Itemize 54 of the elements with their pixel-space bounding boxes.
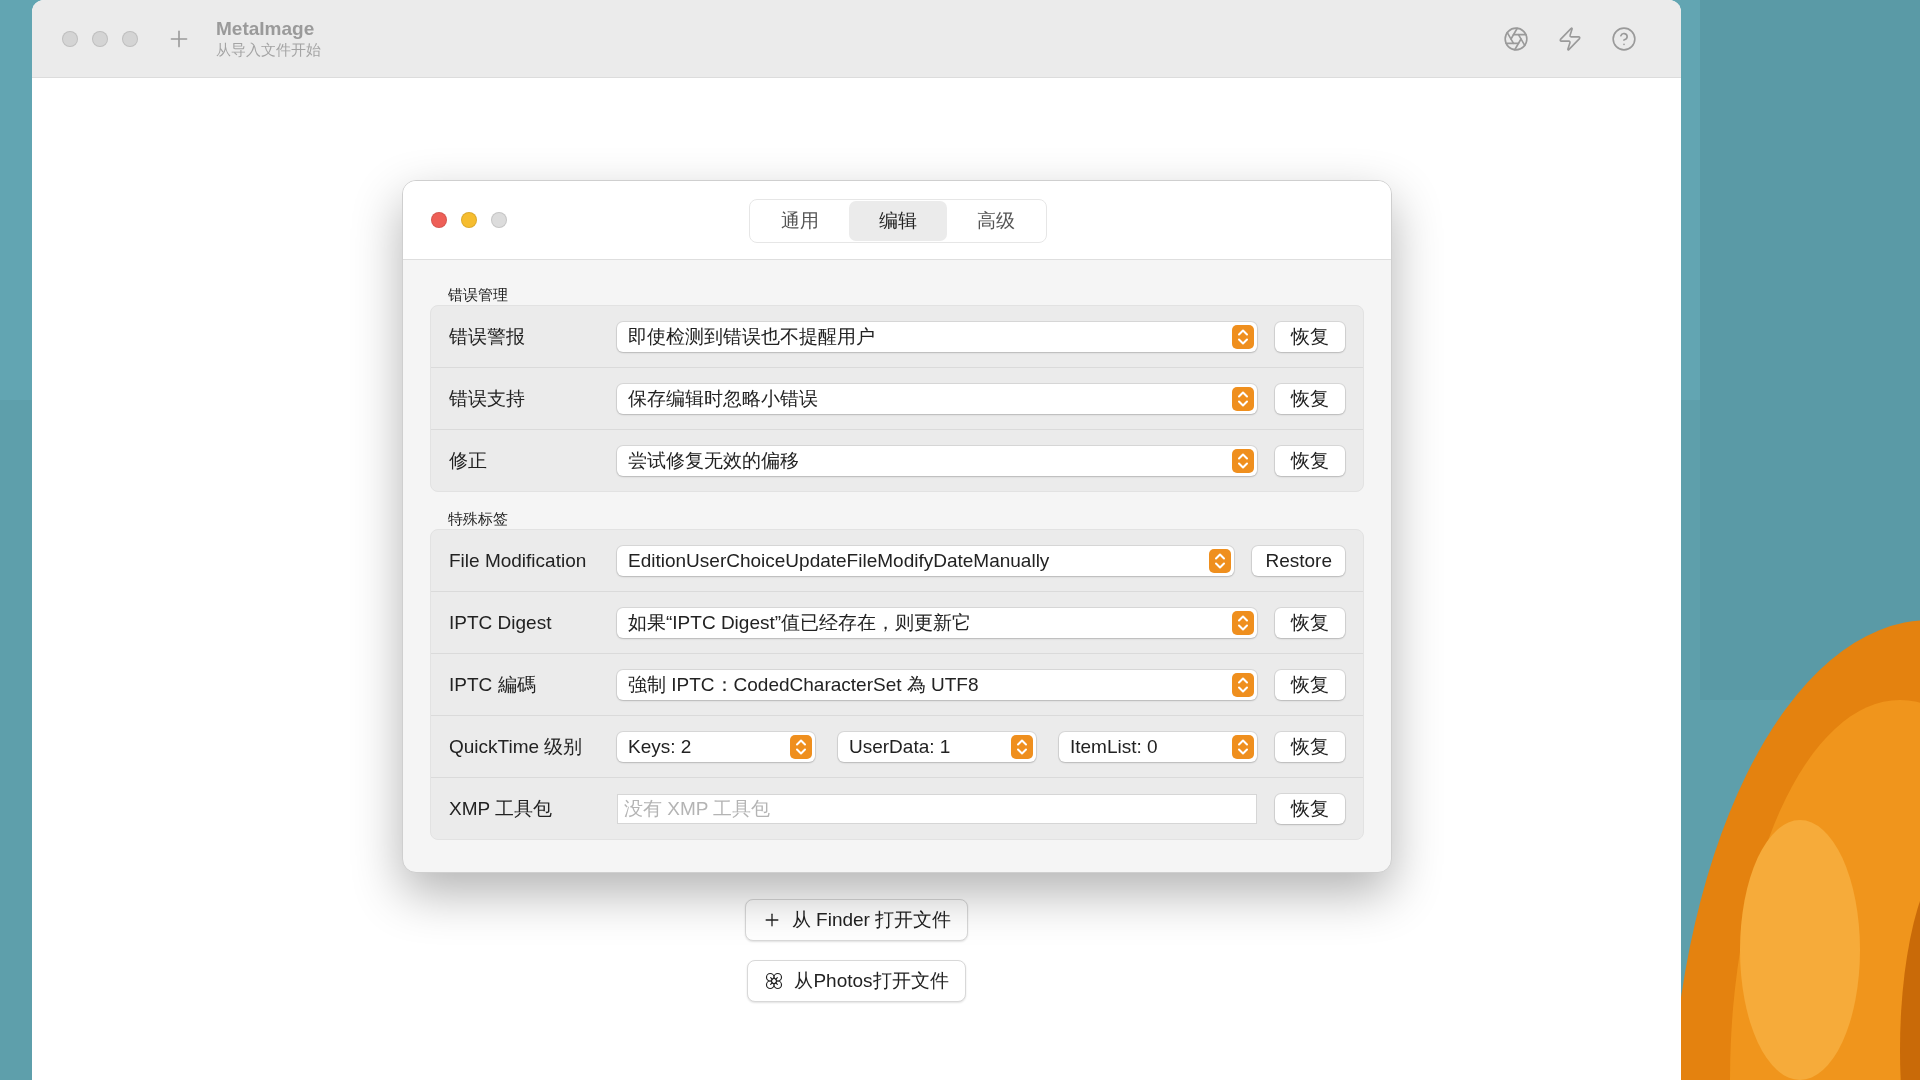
- tab[interactable]: 高级: [947, 201, 1045, 241]
- setting-label: XMP 工具包: [449, 796, 554, 821]
- help-icon[interactable]: [1611, 25, 1637, 52]
- window-button[interactable]: [122, 30, 138, 47]
- window-button[interactable]: [92, 30, 108, 47]
- stepper-icon: [1232, 386, 1254, 411]
- popup-menu[interactable]: 尝试修复无效的偏移: [617, 445, 1257, 476]
- stepper-icon: [1232, 610, 1254, 635]
- stepper-icon: [1232, 448, 1254, 473]
- restore-button[interactable]: 恢复: [1275, 669, 1345, 700]
- setting-label: 错误支持: [449, 386, 526, 411]
- popup-menu[interactable]: EditionUserChoiceUpdateFileModifyDateManually: [617, 545, 1235, 576]
- setting-label: IPTC 編碼: [449, 672, 537, 697]
- open-file-button[interactable]: 从 Finder 打开文件: [744, 899, 969, 941]
- popup-menu[interactable]: 如果“IPTC Digest”值已经存在，则更新它: [617, 607, 1257, 638]
- popup-menu[interactable]: Keys: 2: [617, 731, 815, 762]
- stepper-icon: [1011, 734, 1033, 759]
- setting-label: File Modification: [449, 549, 588, 572]
- open-file-button[interactable]: 从Photos打开文件: [747, 960, 966, 1002]
- flower-icon: [764, 971, 785, 991]
- minimize-button[interactable]: [461, 212, 477, 228]
- popup-menu[interactable]: 即使检测到错误也不提醒用户: [617, 321, 1257, 352]
- restore-button[interactable]: 恢复: [1275, 321, 1345, 352]
- input-field[interactable]: 没有 XMP 工具包: [617, 793, 1257, 824]
- section-title: 特殊标签: [448, 510, 509, 529]
- section-title: 错误管理: [448, 286, 509, 305]
- restore-button[interactable]: 恢复: [1275, 383, 1345, 414]
- restore-button[interactable]: 恢复: [1275, 607, 1345, 638]
- tab[interactable]: 编辑: [849, 201, 947, 241]
- restore-button[interactable]: 恢复: [1275, 793, 1345, 824]
- stepper-icon: [1232, 672, 1254, 697]
- setting-label: QuickTime 级别: [449, 734, 584, 759]
- app-subtitle: 从导入文件开始: [216, 39, 321, 60]
- lightning-icon[interactable]: [1557, 25, 1583, 52]
- popup-menu[interactable]: 保存编辑时忽略小错误: [617, 383, 1257, 414]
- stepper-icon: [1232, 734, 1254, 759]
- setting-label: 修正: [449, 448, 488, 473]
- popup-menu[interactable]: UserData: 1: [838, 731, 1036, 762]
- tab[interactable]: 通用: [751, 201, 849, 241]
- restore-button[interactable]: Restore: [1252, 545, 1345, 576]
- aperture-icon[interactable]: [1503, 25, 1529, 52]
- popup-menu[interactable]: ItemList: 0: [1059, 731, 1257, 762]
- zoom-button[interactable]: [491, 212, 507, 228]
- app-title: MetaImage: [216, 17, 316, 40]
- stepper-icon: [1232, 324, 1254, 349]
- window-button[interactable]: [62, 30, 78, 47]
- restore-button[interactable]: 恢复: [1275, 731, 1345, 762]
- setting-label: 错误警报: [449, 324, 526, 349]
- stepper-icon: [790, 734, 812, 759]
- close-button[interactable]: [431, 212, 447, 228]
- stepper-icon: [1209, 548, 1232, 573]
- restore-button[interactable]: 恢复: [1275, 445, 1345, 476]
- popup-menu[interactable]: 強制 IPTC：CodedCharacterSet 為 UTF8: [617, 669, 1257, 700]
- setting-label: IPTC Digest: [449, 611, 553, 634]
